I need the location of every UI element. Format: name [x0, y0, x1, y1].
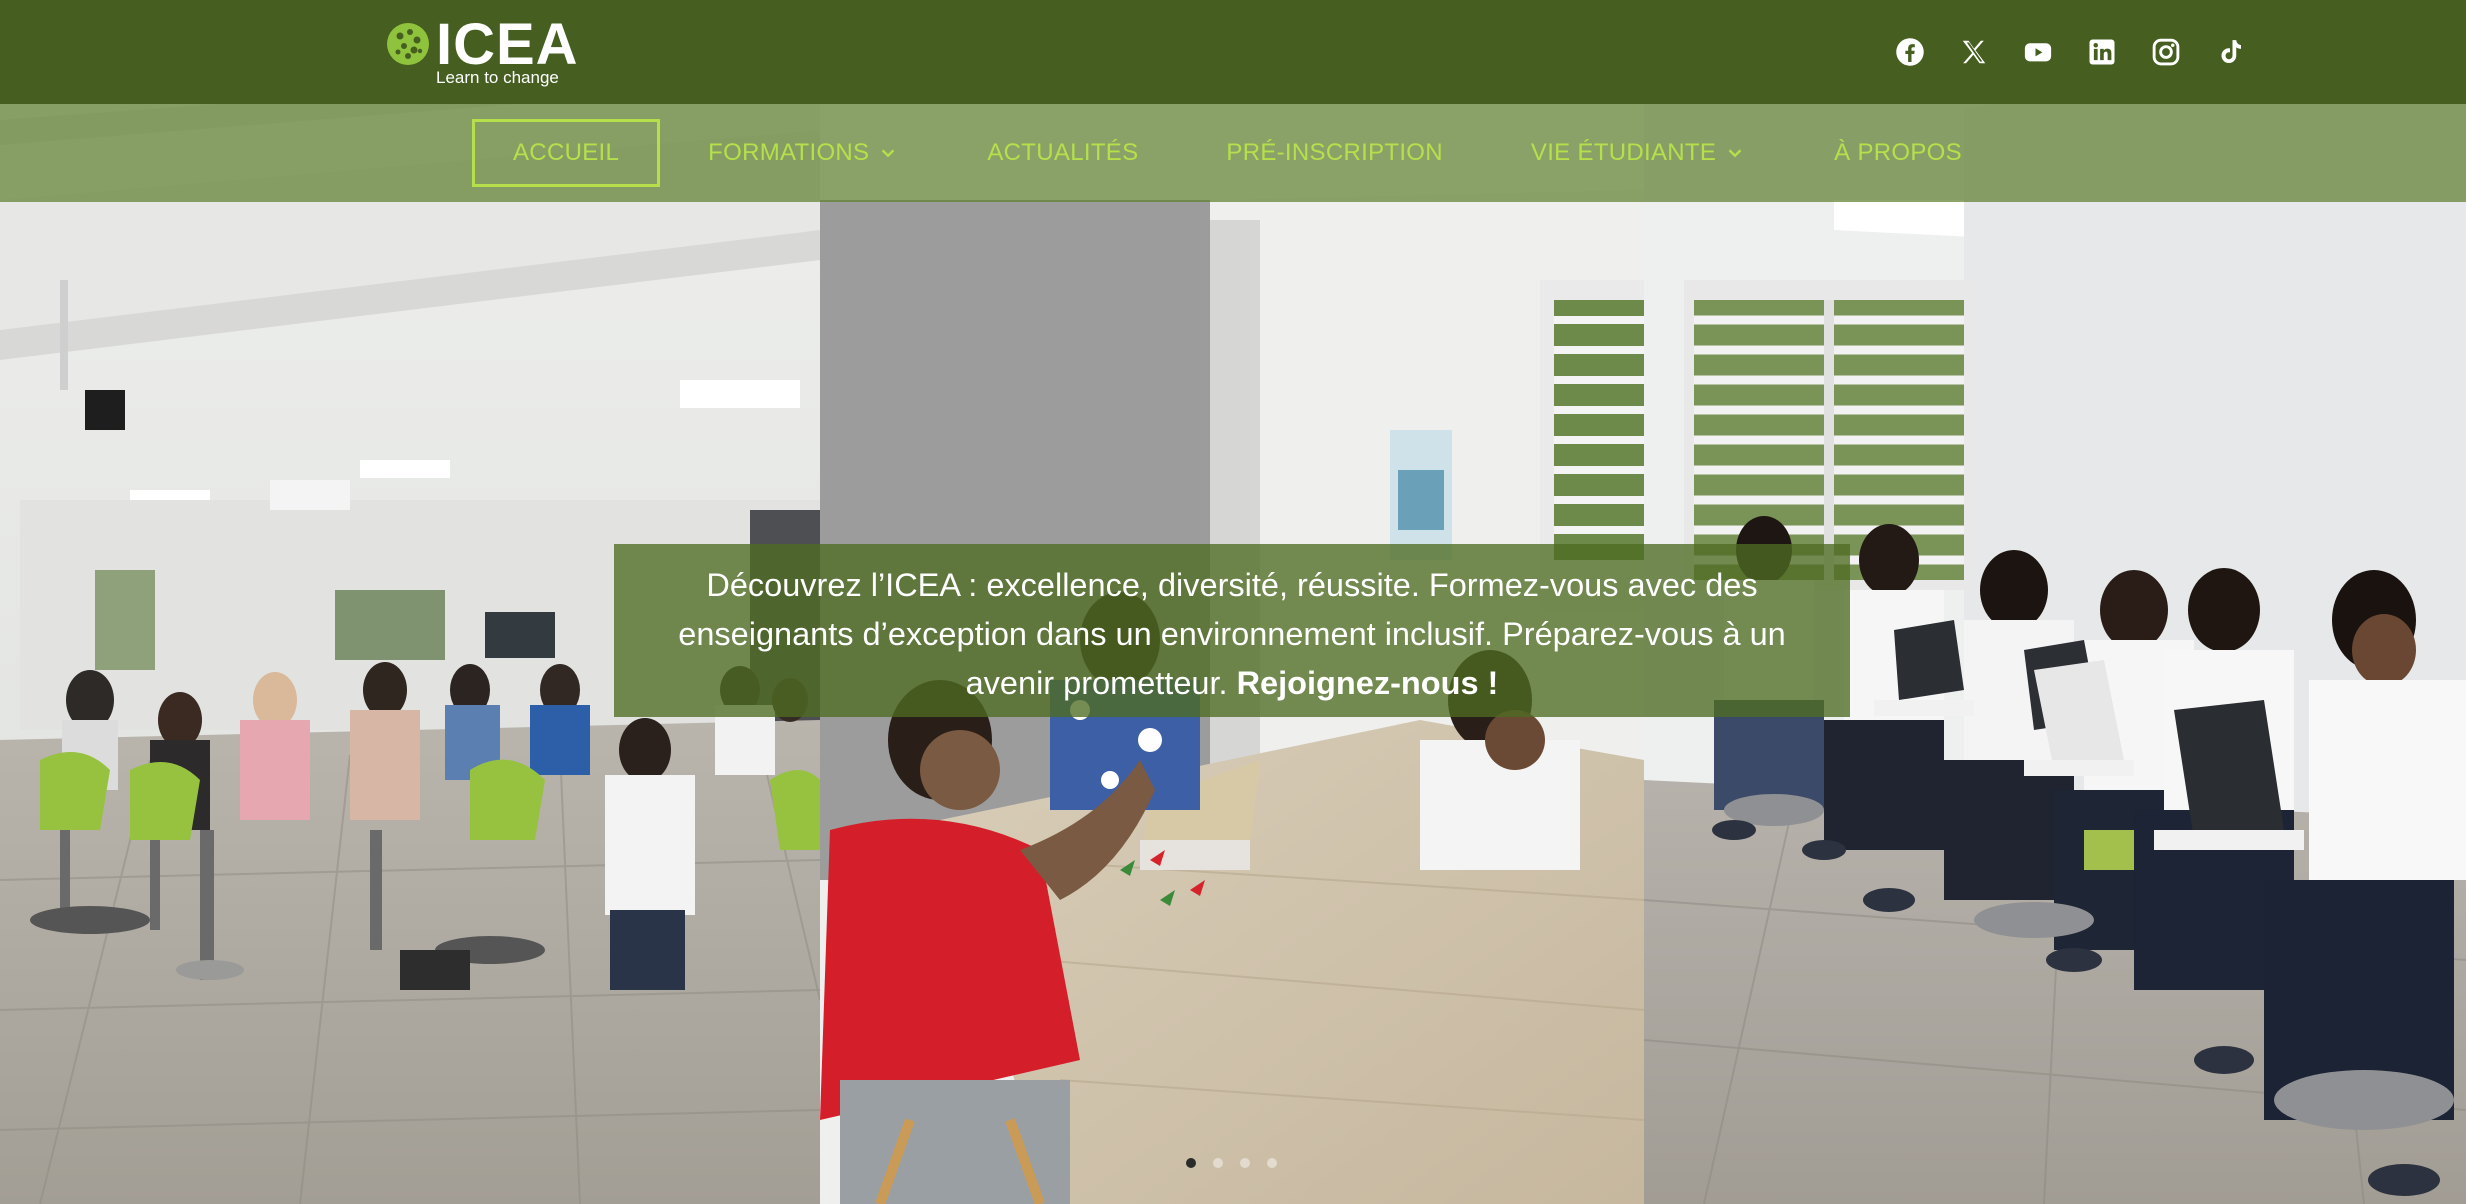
chevron-down-icon — [1728, 149, 1742, 158]
nav-label-pre-inscription: PRÉ-INSCRIPTION — [1226, 139, 1443, 166]
nav-item-vie-etudiante[interactable]: VIE ÉTUDIANTE — [1531, 119, 1746, 187]
logo-tagline: Learn to change — [436, 68, 559, 87]
main-navigation-bar: ACCUEIL FORMATIONS ACTUALITÉS PRÉ-INSCRI… — [0, 104, 2466, 202]
nav-label-formations: FORMATIONS — [708, 139, 870, 166]
nav-label-actualites: ACTUALITÉS — [987, 139, 1139, 166]
site-header: ICEA Learn to change — [0, 0, 2466, 104]
icea-logo[interactable]: ICEA Learn to change — [384, 12, 584, 92]
slider-pagination — [1186, 1158, 1277, 1168]
nav-label-accueil: ACCUEIL — [513, 139, 620, 166]
hero-tagline-box: Découvrez l’ICEA : excellence, diversité… — [614, 544, 1850, 717]
nav-item-pre-inscription[interactable]: PRÉ-INSCRIPTION — [1226, 119, 1443, 187]
leaf-globe-logo-icon — [387, 23, 429, 65]
x-icon[interactable] — [1958, 36, 1990, 68]
nav-item-actualites[interactable]: ACTUALITÉS — [987, 119, 1138, 187]
slider-dot-1[interactable] — [1186, 1158, 1196, 1168]
instagram-icon[interactable] — [2150, 36, 2182, 68]
nav-item-formations[interactable]: FORMATIONS — [708, 119, 899, 187]
hero-tagline-text: Découvrez l’ICEA : excellence, diversité… — [678, 567, 1786, 701]
nav-label-vie-etudiante: VIE ÉTUDIANTE — [1530, 139, 1717, 166]
tiktok-icon[interactable] — [2214, 36, 2246, 68]
hero-cta-text: Rejoignez-nous ! — [1236, 665, 1499, 701]
nav-item-accueil[interactable]: ACCUEIL — [472, 119, 661, 187]
chevron-down-icon — [882, 149, 895, 158]
main-nav: ACCUEIL FORMATIONS ACTUALITÉS PRÉ-INSCRI… — [472, 119, 1962, 187]
slider-dot-2[interactable] — [1213, 1158, 1223, 1168]
social-links — [1894, 36, 2246, 72]
slider-dot-3[interactable] — [1240, 1158, 1250, 1168]
slider-dot-4[interactable] — [1267, 1158, 1277, 1168]
youtube-icon[interactable] — [2022, 36, 2054, 68]
linkedin-icon[interactable] — [2086, 36, 2118, 68]
nav-label-a-propos: À PROPOS — [1834, 139, 1962, 166]
nav-item-a-propos[interactable]: À PROPOS — [1834, 119, 1962, 187]
facebook-icon[interactable] — [1894, 36, 1926, 68]
